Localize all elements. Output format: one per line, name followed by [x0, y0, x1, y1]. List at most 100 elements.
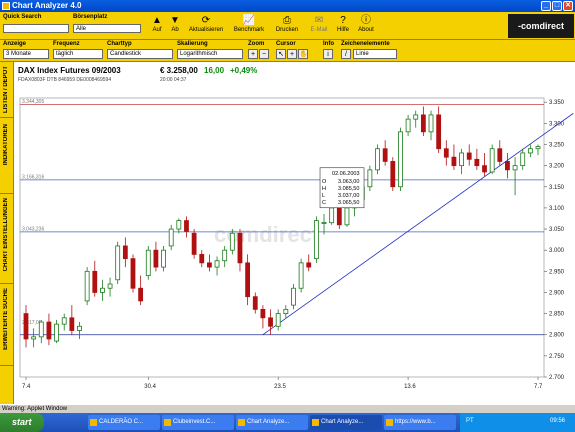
zoom-in-button[interactable]: + [248, 49, 258, 59]
candle-body [54, 323, 59, 342]
taskbar-item[interactable]: Clubeinvest.C... [162, 415, 234, 430]
candle-body [245, 262, 251, 298]
print-button[interactable]: ⎙ Drucken [272, 14, 302, 38]
refresh-icon: ⟳ [201, 15, 211, 26]
email-button[interactable]: ✉ E-Mail [305, 14, 333, 38]
benchmark-button[interactable]: 📈 Benchmark [230, 14, 268, 38]
taskbar-item[interactable]: Chart Analyze... [310, 415, 382, 430]
tooltip-key: C [322, 200, 326, 206]
zoom-label: Zoom [248, 41, 265, 47]
candle-body [69, 317, 75, 331]
candle-body [390, 161, 396, 188]
candle-body [100, 287, 105, 293]
taskbar-item-label: Clubeinvest.C... [173, 419, 216, 425]
candle-body [92, 270, 98, 293]
candle-body [229, 232, 235, 251]
skalierung-select[interactable]: Logarithmisch [177, 49, 243, 59]
watermark: comdirect [214, 222, 320, 247]
candle-body [474, 158, 480, 167]
taskbar-item[interactable]: https://www.b... [384, 415, 456, 430]
chart-panel[interactable]: DAX Index Futures 09/2003 € 3.258,00 16,… [14, 62, 575, 404]
candle-body [505, 161, 510, 171]
candle-body [336, 207, 342, 226]
exchange-select[interactable]: Alle [73, 24, 141, 33]
candle-body [153, 249, 159, 268]
candle-body [176, 220, 182, 230]
charttyp-label: Charttyp [107, 41, 132, 47]
zeichen-select[interactable]: Linie [353, 49, 397, 59]
anzeige-select[interactable]: 3 Monate [3, 49, 49, 59]
y-tick-label: 2.700 [549, 375, 565, 381]
help-button-label: Hilfe [336, 27, 349, 33]
candle-body [138, 287, 144, 302]
window-icon [164, 419, 171, 426]
sidebar-tab-listen[interactable]: LISTEN / DEPOT [0, 62, 14, 118]
candle-body [77, 325, 82, 331]
quick-search-input[interactable] [3, 24, 69, 33]
arrow-up-icon: ▲ [152, 15, 162, 26]
sidebar-tab-chart-einstellungen[interactable]: CHART EINSTELLUNGEN [0, 194, 14, 284]
x-tick-label: 7.7 [534, 384, 543, 390]
draw-tool-button[interactable]: / [341, 49, 351, 59]
y-tick-label: 3.100 [549, 206, 565, 212]
y-tick-label: 3.000 [549, 248, 565, 254]
down-button[interactable]: ▼ Ab [166, 14, 184, 38]
candle-body [535, 146, 541, 150]
cursor-hand-button[interactable]: ✋ [298, 49, 308, 59]
candlestick-chart[interactable]: 3.350 3.300 3.250 3.200 3.150 3.100 3.050 3.000… [14, 62, 575, 404]
candle-body [459, 152, 464, 167]
arrow-down-icon: ▼ [170, 15, 180, 26]
window-icon [238, 419, 245, 426]
candle-body [161, 249, 166, 268]
taskbar-item[interactable]: CALDERÃO C... [88, 415, 160, 430]
maximize-button[interactable]: □ [552, 1, 562, 11]
about-button[interactable]: ⓘ About [354, 14, 378, 38]
refresh-button[interactable]: ⟳ Aktualisieren [185, 14, 227, 38]
y-tick-label: 2.800 [549, 333, 565, 339]
candle-body [207, 262, 212, 268]
candle-body [31, 336, 37, 340]
clock: 09:56 [550, 418, 566, 424]
minimize-button[interactable]: _ [541, 1, 551, 11]
cursor-arrow-button[interactable]: ↖ [276, 49, 286, 59]
tooltip-key: H [322, 186, 326, 192]
cursor-cross-button[interactable]: + [287, 49, 297, 59]
help-button[interactable]: ? Hilfe [333, 14, 353, 38]
sidebar-tab-erweiterte-suche[interactable]: ERWEITERTE SUCHE [0, 284, 14, 366]
y-tick-label: 3.050 [549, 227, 565, 233]
candle-body [466, 152, 472, 160]
sidebar-tab-indikatoren[interactable]: INDIKATOREN [0, 118, 14, 194]
start-button[interactable]: start [0, 413, 44, 432]
taskbar-item[interactable]: Chart Analyze... [236, 415, 308, 430]
candle-body [313, 220, 319, 260]
taskbar-item-label: Chart Analyze... [321, 419, 364, 425]
charttyp-select[interactable]: Candlestick [107, 49, 173, 59]
candle-body [451, 156, 457, 167]
candle-body [252, 296, 258, 310]
benchmark-button-label: Benchmark [233, 27, 265, 33]
zoom-out-button[interactable]: − [259, 49, 269, 59]
benchmark-icon: 📈 [242, 15, 256, 26]
tooltip-key: L [322, 193, 325, 199]
taskbar-item-label: https://www.b... [395, 419, 436, 425]
taskbar: start CALDERÃO C... Clubeinvest.C... Cha… [0, 413, 575, 432]
exchange-label: Börsenplatz [73, 14, 108, 20]
info-toggle-button[interactable]: i [323, 49, 333, 59]
close-button[interactable]: ✕ [563, 1, 573, 11]
window-icon [312, 419, 319, 426]
candle-body [283, 308, 289, 314]
main-toolbar: Quick Search Börsenplatz Alle ▲ Auf ▼ Ab ⟳… [0, 12, 575, 40]
up-button[interactable]: ▲ Auf [148, 14, 166, 38]
taskbar-item-label: CALDERÃO C... [99, 419, 144, 425]
frequenz-label: Frequenz [53, 41, 80, 47]
language-indicator[interactable]: PT [466, 418, 474, 424]
x-tick-label: 23.5 [274, 384, 286, 390]
candle-body [405, 118, 411, 133]
candle-body [260, 308, 266, 319]
candle-body [497, 148, 503, 162]
candle-body [84, 270, 90, 302]
candle-body [489, 148, 495, 173]
frequenz-select[interactable]: täglich [53, 49, 103, 59]
candle-body [344, 207, 350, 226]
candle-body [512, 165, 518, 171]
